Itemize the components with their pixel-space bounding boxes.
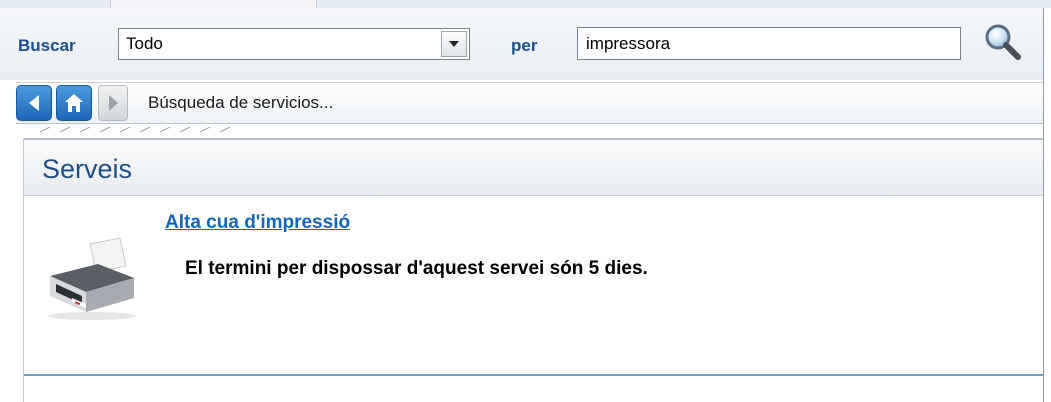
results-panel: Serveis Alta cua d'impressió El termini … — [23, 138, 1044, 402]
per-label: per — [511, 36, 538, 55]
breadcrumb: Búsqueda de servicios... — [148, 93, 334, 112]
panel-header: Serveis — [24, 138, 1044, 196]
back-arrow-icon — [29, 95, 39, 111]
forward-button[interactable] — [98, 85, 128, 121]
results-divider — [24, 374, 1044, 376]
forward-arrow-icon — [109, 95, 118, 111]
search-button[interactable] — [982, 22, 1024, 64]
home-button[interactable] — [56, 85, 92, 121]
navigation-bar: Búsqueda de servicios... — [16, 82, 1043, 124]
home-icon — [65, 94, 83, 112]
printer-icon — [42, 237, 142, 320]
search-input[interactable] — [577, 27, 961, 60]
panel-title: Serveis — [42, 154, 133, 184]
category-select[interactable]: Todo — [118, 28, 470, 60]
service-link[interactable]: Alta cua d'impressió — [165, 212, 350, 234]
chevron-down-icon[interactable] — [441, 31, 467, 57]
category-select-value: Todo — [126, 34, 163, 53]
separator-dots — [40, 126, 231, 133]
search-label: Buscar — [18, 36, 76, 55]
window-right-frame — [1043, 8, 1051, 402]
back-button[interactable] — [16, 85, 52, 121]
search-icon — [985, 24, 1021, 60]
service-description: El termini per dispossar d'aquest servei… — [185, 258, 648, 279]
